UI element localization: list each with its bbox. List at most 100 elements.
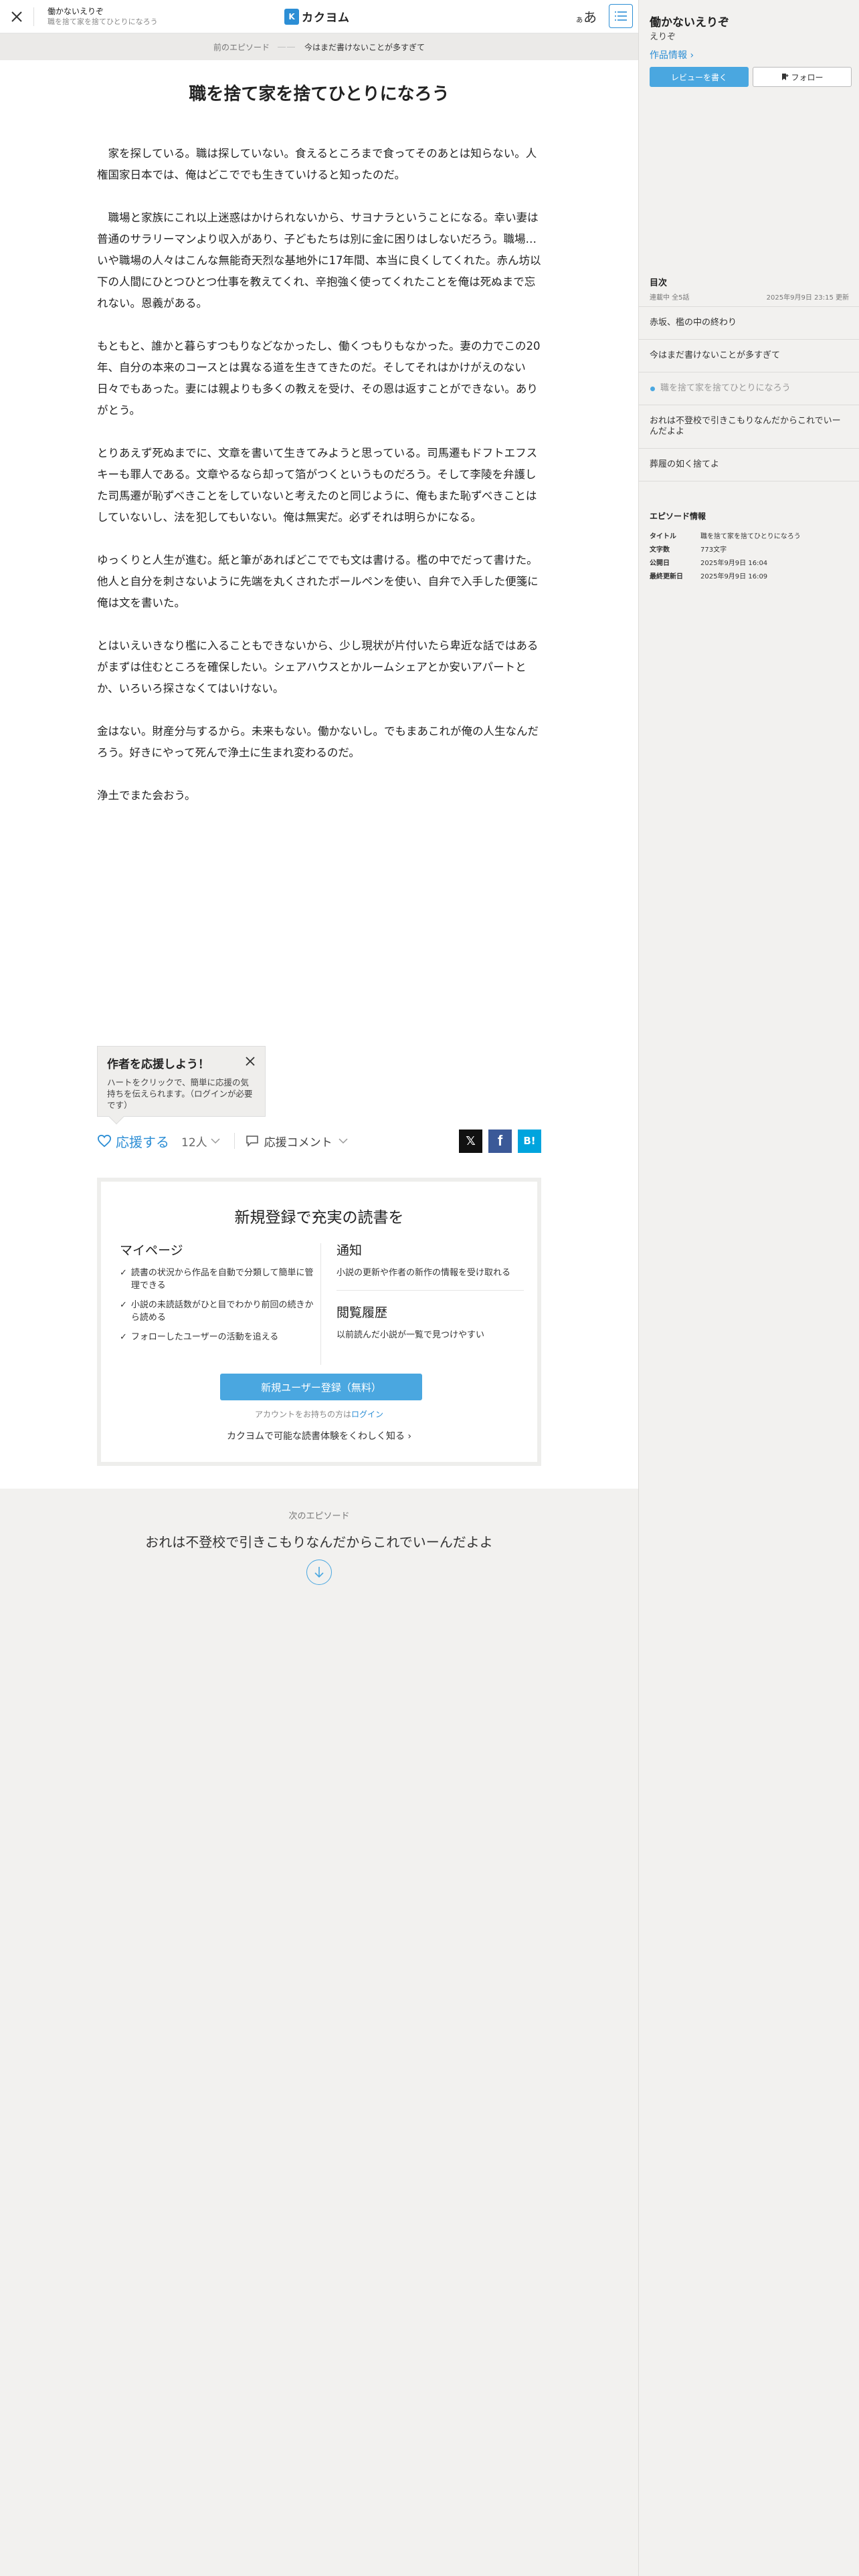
share-hatena-button[interactable]: B!	[518, 1129, 541, 1153]
info-value: 2025年9月9日 16:04	[700, 560, 768, 567]
notify-block: 通知 小説の更新や作者の新作の情報を受け取れる 閲覧履歴 以前読んだ小説が一覧で…	[337, 1241, 524, 1341]
feature-item: ✓ 読書の状況から作品を自動で分類して簡単に管理できる	[120, 1267, 314, 1292]
logo-mark-icon: K	[284, 8, 299, 25]
share-x-button[interactable]: 𝕏	[459, 1129, 482, 1153]
paragraph: 家を探している。職は探していない。食えるところまで食ってそのあとは知らない。人権…	[97, 147, 537, 181]
toc-item[interactable]: 赤坂、檻の中の終わり	[639, 306, 859, 339]
toc-item[interactable]: 今はまだ書けないことが多すぎて	[639, 339, 859, 372]
login-link[interactable]: ログイン	[351, 1410, 383, 1419]
login-prefix: アカウントをお持ちの方は	[254, 1410, 351, 1419]
episode-info-row: 文字数 773文字	[650, 544, 850, 557]
cheer-count-value: 12人	[181, 1136, 207, 1150]
learn-more-link[interactable]: カクヨムで可能な読書体験をくわしく知る ›	[101, 1429, 537, 1442]
header-titles[interactable]: 働かないえりぞ 職を捨て家を捨てひとりになろう	[34, 6, 255, 27]
paragraph: とはいえいきなり檻に入ることもできないから、少し現状が片付いたら卑近な話ではある…	[97, 639, 539, 695]
share-buttons: 𝕏 f B!	[459, 1129, 541, 1153]
toc-item-current[interactable]: 職を捨て家を捨てひとりになろう	[639, 372, 859, 405]
episode-info-row: 公開日 2025年9月9日 16:04	[650, 557, 850, 570]
sidebar-author[interactable]: えりぞ	[650, 29, 676, 42]
toc-item[interactable]: おれは不登校で引きこもりなんだからこれでいーんだよよ	[639, 405, 859, 448]
write-review-button[interactable]: レビューを書く	[650, 67, 749, 87]
heart-icon	[97, 1134, 112, 1148]
feature-item: ✓ 小説の未読話数がひと目でわかり前回の続きから読める	[120, 1299, 314, 1324]
info-key: 文字数	[650, 546, 670, 554]
prev-episode-label[interactable]: 前のエピソード	[213, 41, 270, 53]
close-icon	[11, 11, 22, 22]
register-button[interactable]: 新規ユーザー登録（無料）	[220, 1374, 422, 1400]
history-text: 以前読んだ小説が一覧で見つけやすい	[337, 1330, 485, 1340]
toc-list: 赤坂、檻の中の終わり 今はまだ書けないことが多すぎて 職を捨て家を捨てひとりにな…	[639, 306, 859, 481]
mypage-column: マイページ ✓ 読書の状況から作品を自動で分類して簡単に管理できる ✓ 小説の未読話…	[120, 1241, 314, 1350]
cheer-count[interactable]: 12人	[181, 1133, 221, 1150]
toc-meta: 連載中 全5話 2025年9月9日 23:15 更新	[650, 292, 849, 302]
logo-text: カクヨム	[302, 11, 350, 25]
header-work-title[interactable]: 働かないえりぞ	[47, 6, 255, 17]
info-key: 最終更新日	[650, 573, 683, 580]
arrow-down-icon	[314, 1567, 324, 1578]
prev-episode-title[interactable]: 今はまだ書けないことが多すぎて	[304, 41, 425, 53]
next-episode-button[interactable]	[306, 1560, 332, 1585]
login-line: アカウントをお持ちの方はログイン	[101, 1408, 537, 1420]
info-key: 公開日	[650, 560, 670, 567]
notify-heading: 通知	[337, 1243, 363, 1258]
info-value: 773文字	[700, 546, 727, 554]
toc-button[interactable]	[609, 4, 633, 28]
check-icon: ✓	[120, 1300, 127, 1310]
comment-label: 応援コメント	[264, 1136, 332, 1150]
follow-label: フォロー	[791, 72, 824, 82]
work-info-link[interactable]: 作品情報 ›	[650, 48, 694, 62]
close-button[interactable]	[0, 0, 33, 33]
paragraph: 浄土でまた会おう。	[97, 789, 196, 802]
toc-updated: 2025年9月9日 23:15 更新	[766, 294, 849, 302]
cheer-button[interactable]: 応援する	[97, 1132, 169, 1151]
paragraph: もともと、誰かと暮らすつもりなどなかったし、働くつもりもなかった。妻の力でこの2…	[97, 340, 541, 417]
kakuyomu-logo[interactable]: K カクヨム	[284, 8, 350, 25]
chevron-down-icon	[339, 1138, 348, 1144]
episode-info-row: 最終更新日 2025年9月9日 16:09	[650, 570, 850, 584]
sidebar-work-title[interactable]: 働かないえりぞ	[650, 13, 729, 29]
chevron-down-icon	[211, 1138, 220, 1144]
reading-area: 職を捨て家を捨てひとりになろう 家を探している。職は探していない。食えるところま…	[0, 60, 638, 1489]
prev-episode-bar: 前のエピソード ―― 今はまだ書けないことが多すぎて	[0, 33, 638, 60]
action-bar: 応援する 12人 応援コメント 𝕏 f B!	[97, 1129, 541, 1153]
feature-text: フォローしたユーザーの活動を追える	[130, 1332, 279, 1342]
notify-text: 小説の更新や作者の新作の情報を受け取れる	[337, 1268, 511, 1278]
history-heading: 閲覧履歴	[337, 1305, 388, 1320]
feature-text: 読書の状況から作品を自動で分類して簡単に管理できる	[130, 1268, 314, 1291]
episode-info-row: タイトル 職を捨て家を捨てひとりになろう	[650, 530, 850, 544]
action-divider	[233, 1133, 235, 1149]
signup-box: 新規登録で充実の読書を マイページ ✓ 読書の状況から作品を自動で分類して簡単に管…	[97, 1178, 541, 1466]
tooltip-body: ハートをクリックで、簡単に応援の気持ちを伝えられます。（ログインが必要です）	[107, 1077, 253, 1110]
font-toggle-small: ぁ	[575, 15, 584, 24]
font-size-toggle[interactable]: ぁあ	[575, 7, 597, 26]
check-icon: ✓	[120, 1268, 127, 1278]
mypage-heading: マイページ	[120, 1243, 183, 1258]
paragraph: とりあえず死ぬまでに、文章を書いて生きてみようと思っている。司馬遷もドフトエフス…	[97, 447, 538, 524]
comment-button[interactable]: 応援コメント	[246, 1133, 349, 1150]
work-info-label: 作品情報	[650, 50, 687, 61]
next-episode-label: 次のエピソード	[288, 1511, 350, 1521]
next-episode-title[interactable]: おれは不登校で引きこもりなんだからこれでいーんだよよ	[0, 1531, 638, 1551]
episode-info-table: タイトル 職を捨て家を捨てひとりになろう 文字数 773文字 公開日 2025年9月9…	[650, 530, 850, 584]
toc-status: 連載中 全5話	[650, 294, 690, 302]
share-facebook-button[interactable]: f	[488, 1129, 512, 1153]
episode-info-heading: エピソード情報	[650, 512, 706, 521]
close-icon[interactable]	[245, 1056, 256, 1067]
support-tooltip: 作者を応援しよう！ ハートをクリックで、簡単に応援の気持ちを伝えられます。（ログ…	[97, 1046, 266, 1125]
top-header: 働かないえりぞ 職を捨て家を捨てひとりになろう K カクヨム ぁあ	[0, 0, 638, 33]
comment-icon	[246, 1136, 258, 1147]
toc-item[interactable]: 葬履の如く捨てよ	[639, 448, 859, 481]
chevron-right-icon: ›	[690, 50, 694, 61]
episode-body: 家を探している。職は探していない。食えるところまで食ってそのあとは知らない。人権…	[97, 143, 541, 807]
info-value: 2025年9月9日 16:09	[700, 573, 768, 580]
feature-item: ✓ フォローしたユーザーの活動を追える	[120, 1331, 314, 1344]
follow-button[interactable]: フォロー	[753, 67, 852, 87]
sidebar: 働かないえりぞ えりぞ 作品情報 › レビューを書く フォロー 目次 連載中 全…	[638, 0, 859, 2576]
bookmark-plus-icon	[782, 74, 789, 80]
